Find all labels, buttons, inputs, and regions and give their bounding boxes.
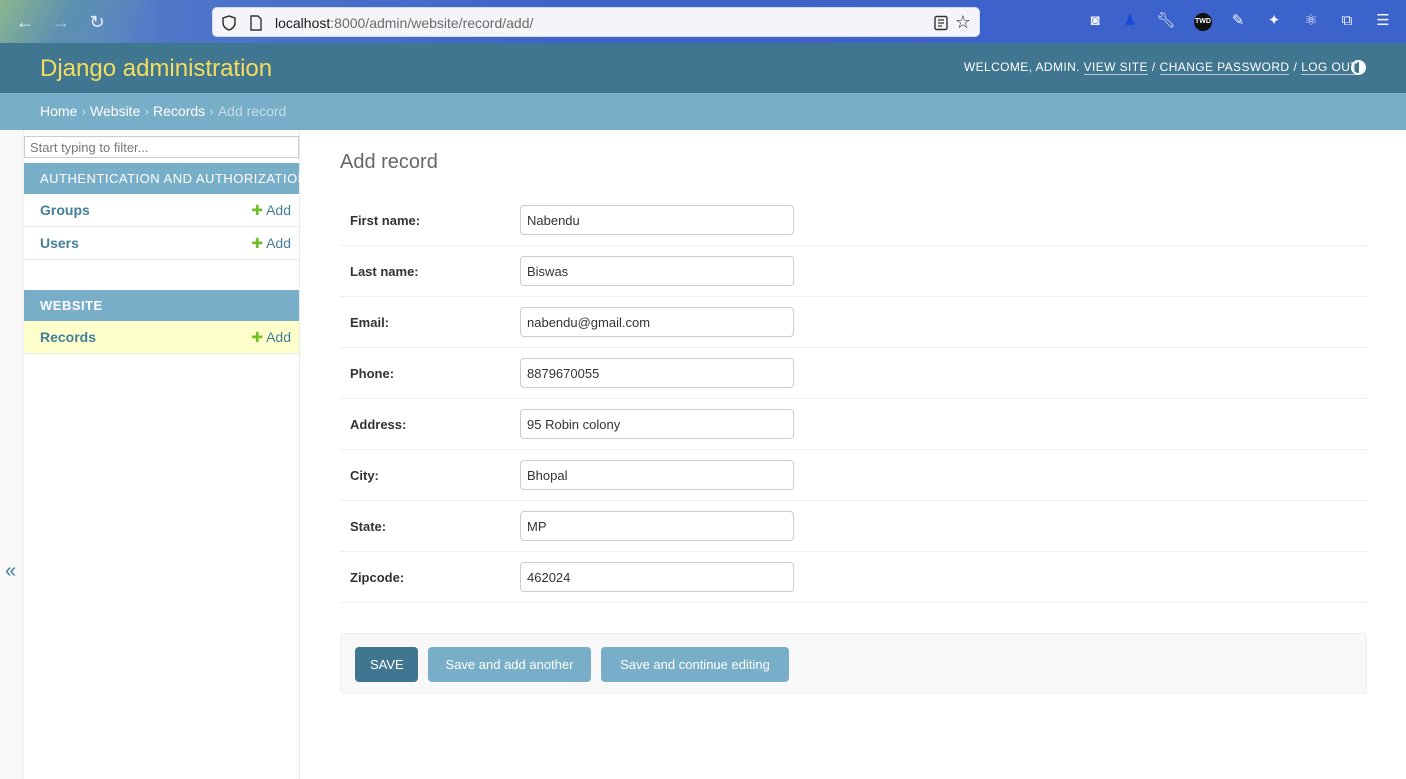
users-add-link[interactable]: ✚ Add [251,235,291,252]
email-field[interactable] [520,307,794,337]
extensions-puzzle-icon[interactable]: ⧉ [1337,11,1357,31]
theme-toggle-icon[interactable] [1351,60,1366,75]
records-add-link[interactable]: ✚ Add [251,329,291,346]
page-icon[interactable] [249,15,263,31]
nav-sidebar: AUTHENTICATION AND AUTHORIZATION Groups … [24,130,307,779]
form-row-first-name: First name: [340,195,1367,246]
form-row-state: State: [340,501,1367,552]
add-label: Add [266,235,291,251]
zipcode-field[interactable] [520,562,794,592]
module-auth: AUTHENTICATION AND AUTHORIZATION Groups … [24,163,307,260]
save-and-add-another-button[interactable]: Save and add another [428,647,591,682]
address-field[interactable] [520,409,794,439]
separator: / [1151,60,1156,74]
form-row-email: Email: [340,297,1367,348]
notes-icon[interactable]: ✎ [1228,11,1248,31]
plus-icon: ✚ [251,202,264,218]
module-caption[interactable]: AUTHENTICATION AND AUTHORIZATION [24,163,307,194]
module-website: WEBSITE Records ✚ Add [24,290,299,354]
address-label: Address: [350,417,407,432]
change-password-link[interactable]: CHANGE PASSWORD [1159,60,1290,75]
pocket-icon[interactable]: ◙ [1085,11,1105,31]
address-bar[interactable]: localhost:8000/admin/website/record/add/… [212,7,980,37]
url-host: localhost [275,15,331,31]
groups-add-link[interactable]: ✚ Add [251,202,291,219]
reload-icon[interactable]: ↻ [86,11,108,33]
form-row-city: City: [340,450,1367,501]
plus-icon: ✚ [251,235,264,251]
plus-icon: ✚ [251,329,264,345]
phone-label: Phone: [350,366,395,381]
users-link[interactable]: Users [40,235,79,251]
module-caption[interactable]: WEBSITE [24,290,299,321]
log-out-link[interactable]: LOG OUT [1301,60,1358,75]
state-label: State: [350,519,387,534]
forward-arrow-icon[interactable]: → [50,11,72,33]
wrench-icon[interactable]: 🔧︎ [1156,11,1176,31]
reader-view-icon[interactable] [933,15,949,31]
form-row-phone: Phone: [340,348,1367,399]
form-row-address: Address: [340,399,1367,450]
extension-person-icon[interactable]: ♟ [1120,11,1140,31]
welcome-text: WELCOME, ADMIN. [963,60,1080,74]
breadcrumb-website[interactable]: Website [90,103,140,119]
zipcode-label: Zipcode: [350,570,405,585]
first-name-label: First name: [350,213,421,228]
add-label: Add [266,202,291,218]
first-name-field[interactable] [520,205,794,235]
back-arrow-icon[interactable]: ← [14,11,36,33]
breadcrumb-records[interactable]: Records [153,103,205,119]
last-name-label: Last name: [350,264,419,279]
records-link[interactable]: Records [40,329,96,345]
shield-icon[interactable] [221,15,237,31]
submit-row: SAVE Save and add another Save and conti… [340,633,1367,694]
django-header: Django administration WELCOME, ADMIN. VI… [0,43,1406,93]
gnome-extension-icon[interactable]: ✦ [1264,11,1284,31]
save-button[interactable]: SAVE [355,647,418,682]
sidebar-toggle[interactable]: « [0,130,24,779]
bookmark-star-icon[interactable]: ☆ [953,12,973,32]
breadcrumb-separator: › [81,103,87,119]
nav-filter-input[interactable] [24,136,299,158]
react-devtools-icon[interactable]: ⚛ [1301,11,1321,31]
add-label: Add [266,329,291,345]
url-text[interactable]: localhost:8000/admin/website/record/add/ [275,15,533,31]
page-title: Add record [340,151,438,173]
email-label: Email: [350,315,390,330]
breadcrumb-current: Add record [217,103,287,119]
form-row-last-name: Last name: [340,246,1367,297]
breadcrumb-separator: › [144,103,150,119]
city-label: City: [350,468,379,483]
breadcrumb-home[interactable]: Home [40,103,77,119]
last-name-field[interactable] [520,256,794,286]
collapse-sidebar-icon[interactable]: « [5,560,16,583]
separator: / [1293,60,1298,74]
city-field[interactable] [520,460,794,490]
record-form: First name: Last name: Email: Phone: Add… [340,195,1367,603]
view-site-link[interactable]: VIEW SITE [1083,60,1148,75]
groups-link[interactable]: Groups [40,202,90,218]
menu-icon[interactable]: ☰ [1373,11,1393,31]
browser-toolbar: ← → ↻ localhost:8000/admin/website/recor… [0,0,1406,43]
twd-extension-icon[interactable]: TWD [1194,13,1212,31]
save-and-continue-button[interactable]: Save and continue editing [601,647,789,682]
url-path: :8000/admin/website/record/add/ [330,15,534,31]
form-row-zipcode: Zipcode: [340,552,1367,603]
breadcrumb: Home › Website › Records › Add record [0,93,1406,130]
sidebar-item-users: Users ✚ Add [24,227,299,260]
user-tools: WELCOME, ADMIN. VIEW SITE / CHANGE PASSWOR… [963,60,1358,75]
phone-field[interactable] [520,358,794,388]
site-name[interactable]: Django administration [40,55,272,83]
sidebar-item-records: Records ✚ Add [24,321,299,354]
breadcrumb-separator: › [209,103,214,119]
state-field[interactable] [520,511,794,541]
sidebar-item-groups: Groups ✚ Add [24,194,299,227]
